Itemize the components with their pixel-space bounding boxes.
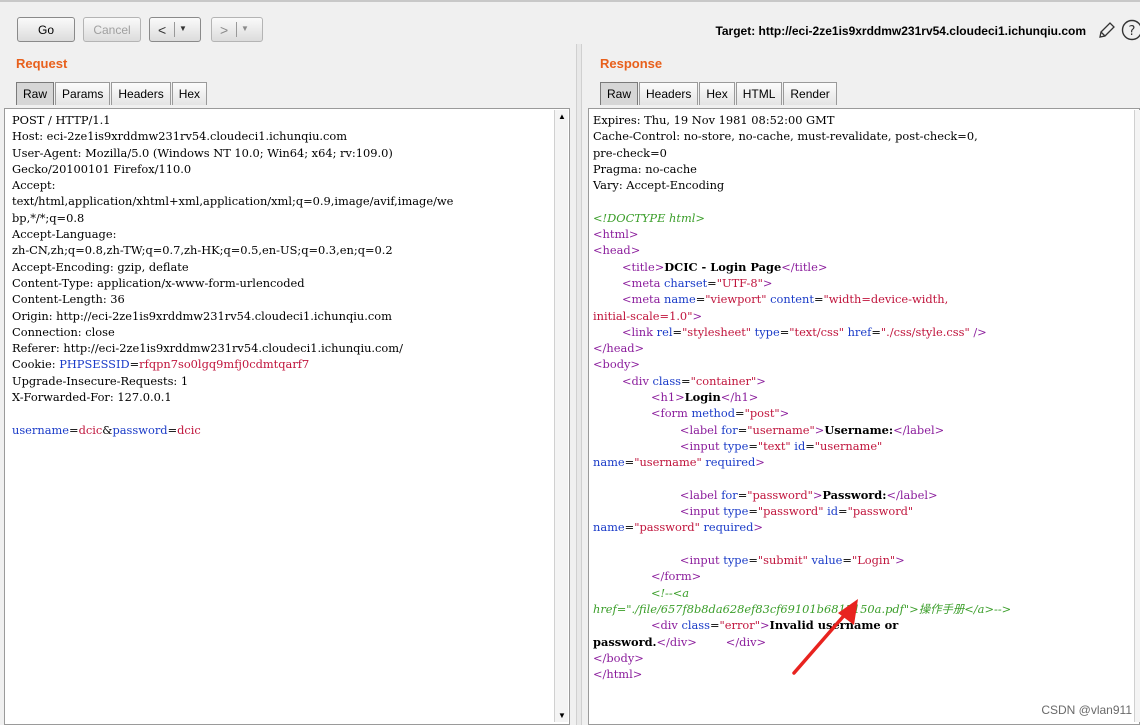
response-header: Expires: Thu, 19 Nov 1981 08:52:00 GMT xyxy=(593,113,835,127)
request-line: Content-Type: application/x-www-form-url… xyxy=(12,275,305,290)
response-header: Vary: Accept-Encoding xyxy=(593,178,725,193)
go-button[interactable]: Go xyxy=(17,17,75,42)
request-line: User-Agent: Mozilla/5.0 (Windows NT 10.0… xyxy=(12,145,393,160)
viewport-name: viewport xyxy=(710,292,762,307)
request-title: Request xyxy=(16,56,68,71)
target-url: Target: http://eci-2ze1is9xrddmw231rv54.… xyxy=(715,24,1086,38)
request-tab-raw[interactable]: Raw xyxy=(16,82,55,105)
request-line: text/html,application/xhtml+xml,applicat… xyxy=(12,194,454,209)
request-line: Gecko/20100101 Firefox/110.0 xyxy=(12,161,192,176)
request-tab-headers[interactable]: Headers xyxy=(111,82,171,105)
chevron-down-icon: ▼ xyxy=(179,24,187,33)
viewport-content: width=device-width, xyxy=(828,292,949,307)
password-label: Password: xyxy=(822,487,887,502)
request-tab-hex[interactable]: Hex xyxy=(171,82,208,105)
scroll-down-icon[interactable]: ▼ xyxy=(555,709,569,722)
separator xyxy=(174,22,175,37)
separator xyxy=(236,22,237,37)
response-tab-render[interactable]: Render xyxy=(783,82,837,105)
response-scrollbar[interactable] xyxy=(1134,110,1140,722)
submit-value: Login xyxy=(857,553,890,568)
request-line: Content-Length: 36 xyxy=(12,292,125,307)
response-tabs: Raw Headers Hex HTML Render xyxy=(600,82,838,105)
error-class: error xyxy=(724,618,755,633)
h1-text: Login xyxy=(684,390,721,405)
request-line: Accept-Language: xyxy=(12,227,117,242)
html-comment: <!--<a xyxy=(650,585,690,600)
doctype: <!DOCTYPE html> xyxy=(593,210,705,225)
svg-text:?: ? xyxy=(1129,24,1136,39)
request-line: POST / HTTP/1.1 xyxy=(12,113,111,127)
viewport-content: initial-scale=1.0 xyxy=(593,308,688,323)
response-title: Response xyxy=(600,56,663,71)
cookie-value: rfqpn7so0lgq9mfj0cdmtqarf7 xyxy=(139,357,310,372)
edit-pencil-icon[interactable] xyxy=(1097,20,1117,40)
watermark: CSDN @vlan911 xyxy=(1041,703,1132,717)
request-line: X-Forwarded-For: 127.0.0.1 xyxy=(12,390,172,405)
chevron-down-icon: ▼ xyxy=(241,24,249,33)
body-param-key: username xyxy=(12,422,70,437)
form-method: post xyxy=(749,406,775,421)
cookie-label: Cookie: xyxy=(12,357,60,372)
request-editor[interactable]: POST / HTTP/1.1 Host: eci-2ze1is9xrddmw2… xyxy=(4,108,570,725)
body-param-key: password xyxy=(112,422,168,437)
back-button[interactable]: < ▼ xyxy=(149,17,201,42)
window-top-edge xyxy=(0,0,1140,2)
head-open-tag: <head> xyxy=(593,243,641,258)
request-line: Accept-Encoding: gzip, deflate xyxy=(12,259,189,274)
request-scrollbar[interactable]: ▲ ▼ xyxy=(554,110,568,722)
request-tab-params[interactable]: Params xyxy=(55,82,111,105)
back-arrow-icon: < xyxy=(158,21,167,38)
forward-button[interactable]: > ▼ xyxy=(211,17,263,42)
error-text: password. xyxy=(593,634,657,649)
response-tab-html[interactable]: HTML xyxy=(735,82,783,105)
response-tab-headers[interactable]: Headers xyxy=(639,82,699,105)
username-label: Username: xyxy=(824,422,894,437)
cookie-name: PHPSESSID xyxy=(59,357,130,372)
body-separator: & xyxy=(102,422,113,437)
charset-value: UTF-8 xyxy=(721,275,758,290)
response-header: pre-check=0 xyxy=(593,145,667,160)
container-class: container xyxy=(695,373,751,388)
css-href: ./css/style.css xyxy=(886,324,965,339)
response-header: Cache-Control: no-store, no-cache, must-… xyxy=(593,129,978,144)
request-line: Connection: close xyxy=(12,324,115,339)
request-text: POST / HTTP/1.1 Host: eci-2ze1is9xrddmw2… xyxy=(12,113,454,437)
request-line: Accept: xyxy=(12,178,56,193)
page-title-text: DCIC - Login Page xyxy=(664,259,782,274)
request-line: zh-CN,zh;q=0.8,zh-TW;q=0.7,zh-HK;q=0.5,e… xyxy=(12,243,393,258)
forward-arrow-icon: > xyxy=(220,21,229,38)
response-tab-hex[interactable]: Hex xyxy=(699,82,735,105)
request-line: Referer: http://eci-2ze1is9xrddmw231rv54… xyxy=(12,341,403,356)
html-open-tag: <html> xyxy=(593,227,639,242)
scroll-up-icon[interactable]: ▲ xyxy=(555,110,569,123)
request-tabs: Raw Params Headers Hex xyxy=(16,82,208,105)
response-header: Pragma: no-cache xyxy=(593,161,697,176)
help-icon[interactable]: ? xyxy=(1121,19,1140,41)
request-line: bp,*/*;q=0.8 xyxy=(12,210,85,225)
cancel-button[interactable]: Cancel xyxy=(83,17,141,42)
body-param-value: dcic xyxy=(78,422,103,437)
body-param-value: dcic xyxy=(177,422,201,437)
pane-splitter[interactable] xyxy=(576,44,582,725)
annotation-arrow-icon xyxy=(792,599,858,675)
request-line: Origin: http://eci-2ze1is9xrddmw231rv54.… xyxy=(12,308,392,323)
request-line: Host: eci-2ze1is9xrddmw231rv54.cloudeci1… xyxy=(12,129,348,144)
request-line: Upgrade-Insecure-Requests: 1 xyxy=(12,373,189,388)
comment-link-text: 操作手册 xyxy=(918,601,965,616)
response-tab-raw[interactable]: Raw xyxy=(600,82,639,105)
